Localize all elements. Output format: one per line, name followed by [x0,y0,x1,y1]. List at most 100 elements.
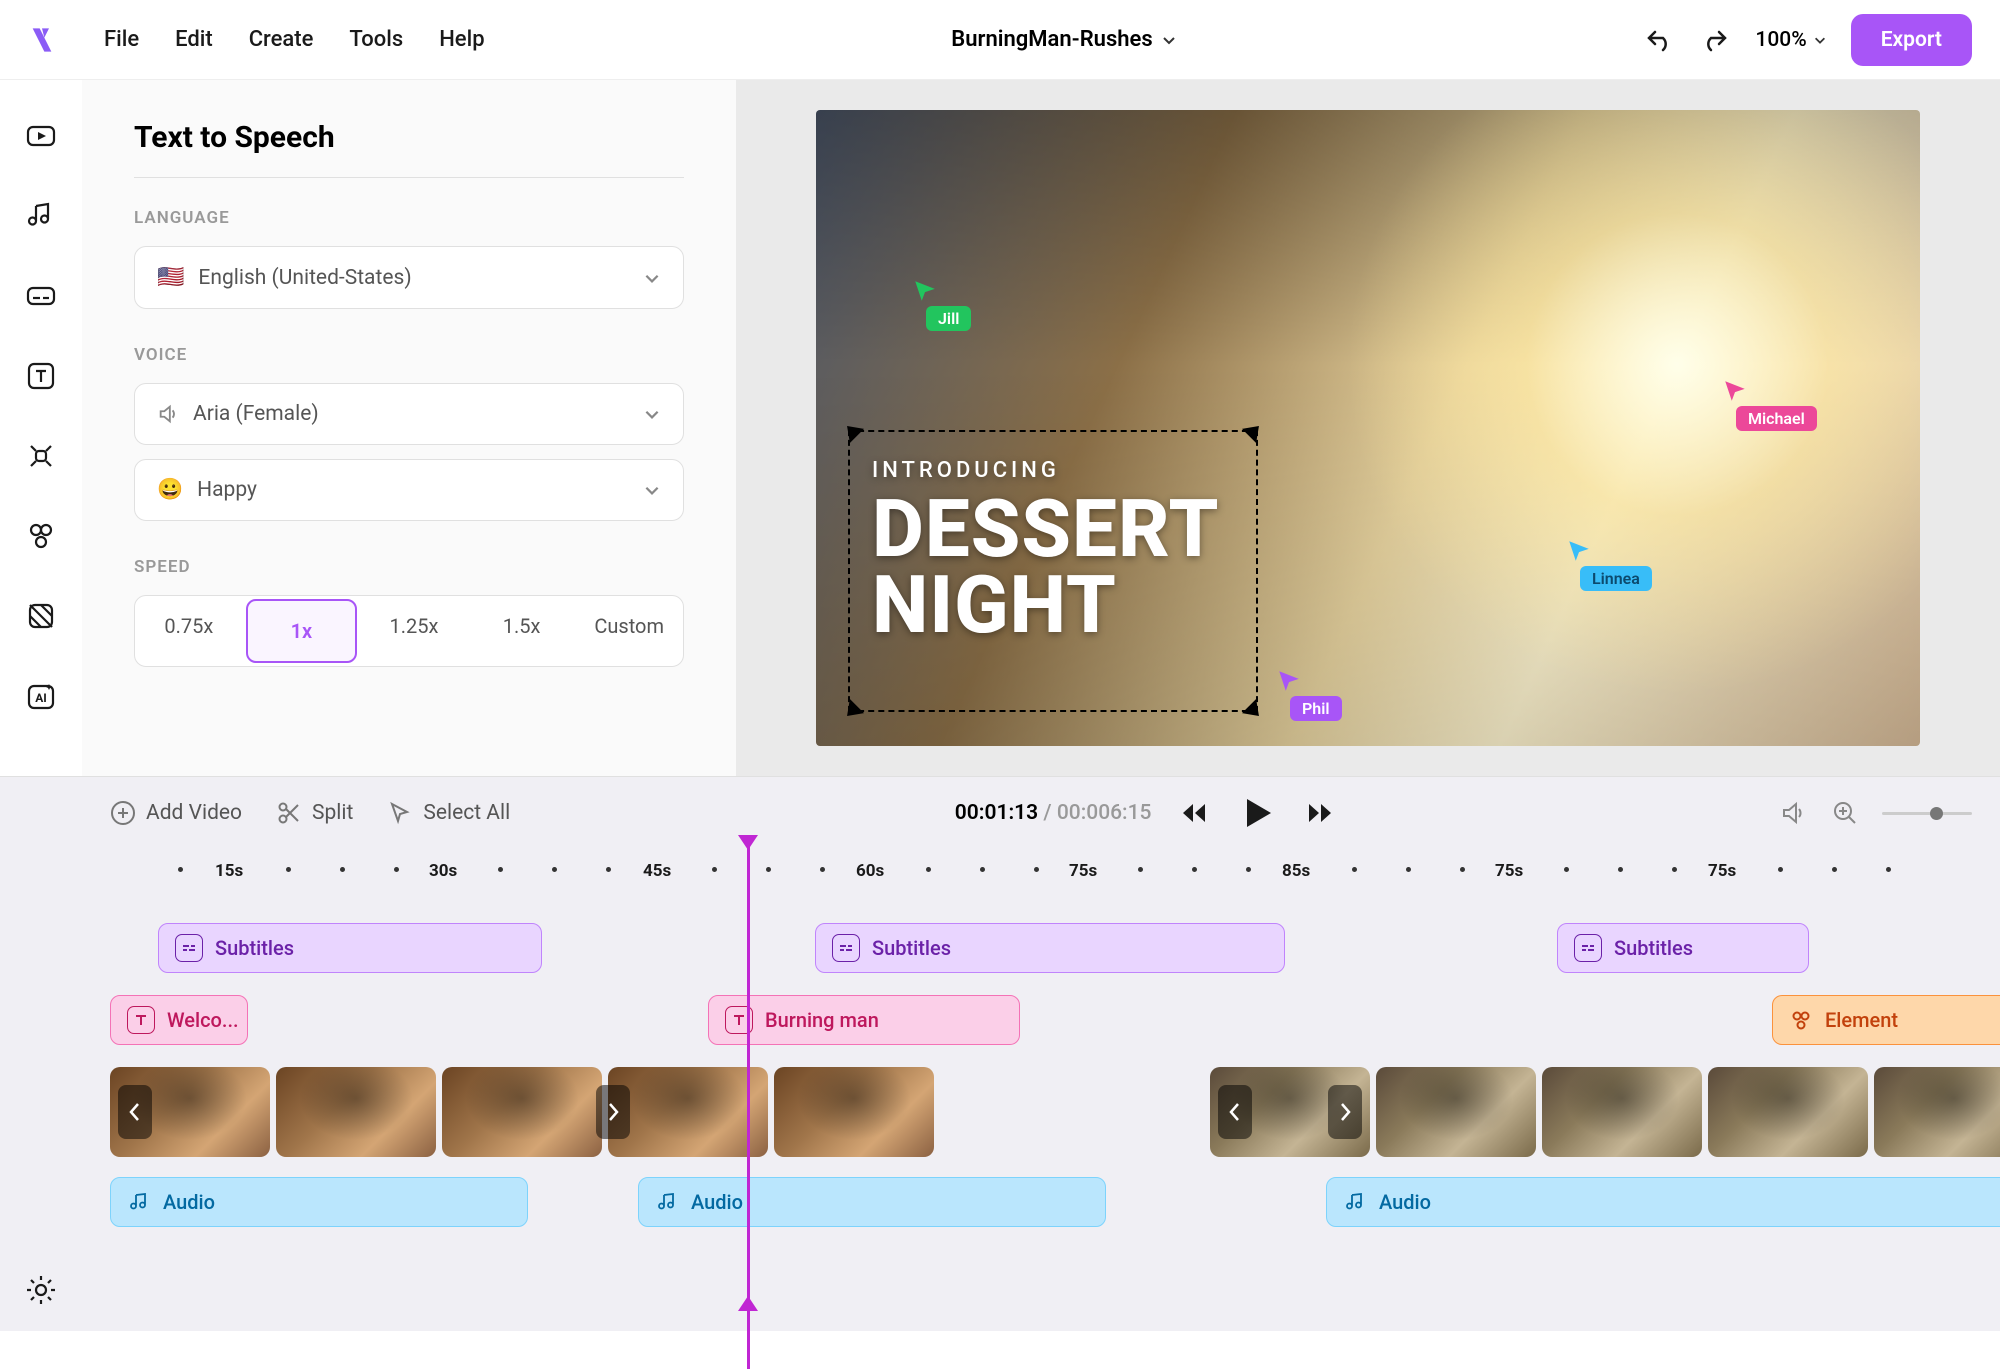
subtitles-icon [1574,934,1602,962]
clip-subtitles[interactable]: Subtitles [1557,923,1809,973]
play-button[interactable] [1239,795,1275,831]
redo-button[interactable] [1699,24,1731,56]
svg-text:AI: AI [35,691,47,705]
tool-audio[interactable] [21,196,61,236]
clip-subtitles[interactable]: Subtitles [815,923,1285,973]
tool-shapes[interactable] [21,516,61,556]
speed-1-25x[interactable]: 1.25x [360,596,468,666]
speed-1x[interactable]: 1x [246,599,358,663]
chevron-down-icon [643,269,661,287]
forward-button[interactable] [1305,800,1335,826]
zoom-value: 100% [1755,28,1806,52]
collab-cursor-phil: Phil [1276,668,1342,721]
subtitles-icon [832,934,860,962]
tool-effects[interactable] [21,596,61,636]
video-thumb[interactable] [276,1067,436,1157]
video-next[interactable] [1328,1085,1362,1139]
language-value: English (United-States) [198,266,411,290]
text-icon [127,1006,155,1034]
menu-create[interactable]: Create [249,27,314,52]
app-logo[interactable] [28,26,56,54]
clip-audio[interactable]: Audio [110,1177,528,1227]
zoom-in-button[interactable] [1832,800,1858,826]
tool-text[interactable] [21,356,61,396]
zoom-slider-knob[interactable] [1930,807,1943,820]
resize-handle-tr[interactable] [1242,419,1266,443]
select-all-button[interactable]: Select All [387,800,510,826]
tool-ai[interactable]: AI [21,676,61,716]
mood-select[interactable]: 😀 Happy [134,459,684,521]
clip-element[interactable]: Element [1772,995,2000,1045]
emoji-icon: 😀 [157,478,183,502]
tool-video[interactable] [21,116,61,156]
plus-circle-icon [110,800,136,826]
playhead[interactable] [747,839,750,1369]
video-canvas[interactable]: INTRODUCING DESSERTNIGHT Jill Michael Li… [816,110,1920,746]
chevron-down-icon [1161,32,1177,48]
voice-select[interactable]: Aria (Female) [134,383,684,445]
video-thumb[interactable] [442,1067,602,1157]
menu-help[interactable]: Help [439,27,484,52]
panel-title: Text to Speech [134,120,684,155]
video-thumb[interactable] [1874,1067,2000,1157]
undo-button[interactable] [1643,24,1675,56]
flag-icon: 🇺🇸 [157,265,184,290]
overlay-intro: INTRODUCING [872,458,1220,483]
clip-text-burning[interactable]: Burning man [708,995,1020,1045]
language-select[interactable]: 🇺🇸 English (United-States) [134,246,684,309]
speed-custom[interactable]: Custom [575,596,683,666]
export-button[interactable]: Export [1851,14,1972,66]
add-video-button[interactable]: Add Video [110,800,242,826]
project-title-dropdown[interactable]: BurningMan-Rushes [485,27,1644,52]
music-icon [655,1188,679,1216]
video-prev[interactable] [118,1085,152,1139]
scissors-icon [276,800,302,826]
menu-file[interactable]: File [104,27,139,52]
split-button[interactable]: Split [276,800,353,826]
collab-cursor-michael: Michael [1722,378,1817,431]
voice-label: VOICE [134,345,684,365]
speed-1-5x[interactable]: 1.5x [468,596,576,666]
mood-value: Happy [197,478,257,502]
resize-handle-br[interactable] [1242,699,1266,723]
rewind-button[interactable] [1179,800,1209,826]
settings-button[interactable] [24,1273,58,1307]
clip-text-welcome[interactable]: Welco... [110,995,248,1045]
zoom-level-dropdown[interactable]: 100% [1755,28,1826,52]
collab-cursor-jill: Jill [912,278,971,331]
clip-audio[interactable]: Audio [638,1177,1106,1227]
clip-subtitles[interactable]: Subtitles [158,923,542,973]
chevron-down-icon [643,405,661,423]
video-thumb[interactable] [608,1067,768,1157]
zoom-slider[interactable] [1882,812,1972,815]
video-prev[interactable] [1218,1085,1252,1139]
video-next[interactable] [596,1085,630,1139]
music-icon [1343,1188,1367,1216]
video-track-1[interactable] [110,1067,934,1157]
tool-subtitles[interactable] [21,276,61,316]
video-thumb[interactable] [774,1067,934,1157]
subtitles-icon [175,934,203,962]
resize-handle-bl[interactable] [840,699,864,723]
project-title: BurningMan-Rushes [951,27,1152,52]
overlay-text: INTRODUCING DESSERTNIGHT [872,458,1220,643]
video-thumb[interactable] [1542,1067,1702,1157]
resize-handle-tl[interactable] [840,419,864,443]
video-thumb[interactable] [1708,1067,1868,1157]
menu-edit[interactable]: Edit [175,27,213,52]
menu-tools[interactable]: Tools [349,27,403,52]
shapes-icon [1789,1006,1813,1034]
speed-0-75x[interactable]: 0.75x [135,596,243,666]
video-track-2[interactable] [1210,1067,2000,1157]
chevron-down-icon [643,481,661,499]
cursor-icon [387,800,413,826]
volume-button[interactable] [1780,799,1808,827]
chevron-down-icon [1813,33,1827,47]
time-display: 00:01:13 / 00:006:15 [955,801,1152,825]
speed-label: SPEED [134,557,684,577]
timeline-ruler[interactable]: 15s 30s 45s 60s 75s 85s 75s 75s [110,849,1972,893]
clip-audio[interactable]: Audio [1326,1177,2000,1227]
video-thumb[interactable] [1376,1067,1536,1157]
language-label: LANGUAGE [134,208,684,228]
tool-crop[interactable] [21,436,61,476]
